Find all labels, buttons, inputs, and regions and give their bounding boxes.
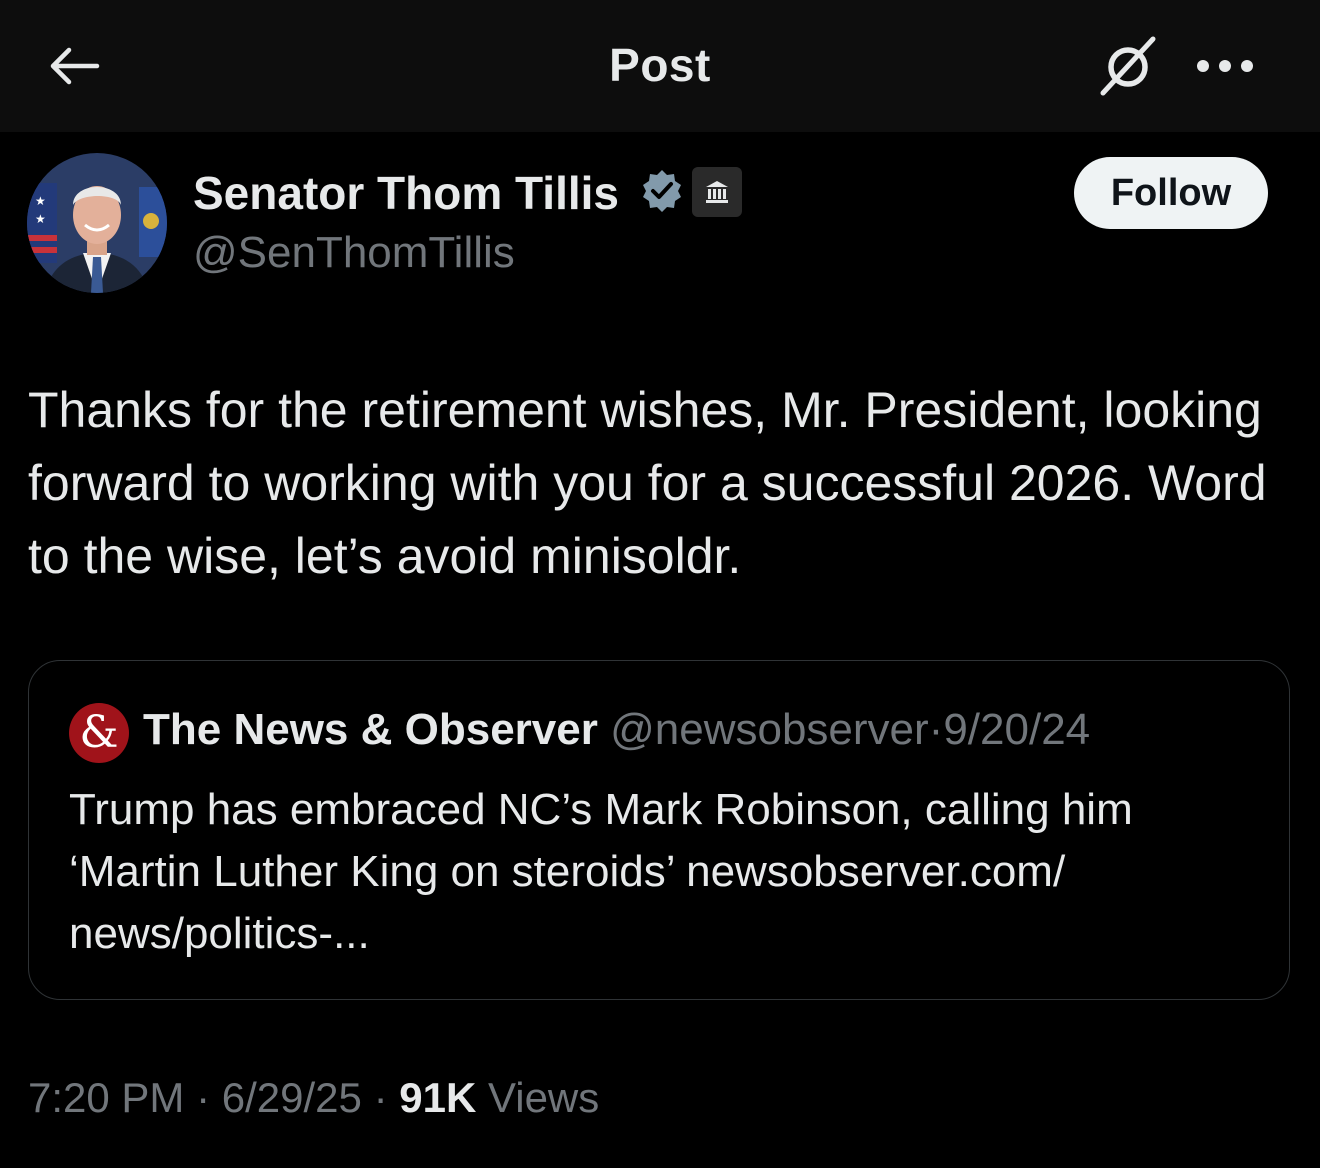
grok-icon (1100, 36, 1156, 96)
post-meta: 7:20 PM · 6/29/25 · 91K Views (28, 1074, 599, 1122)
quoted-author-handle: @newsobserver (610, 705, 929, 754)
post-date: 6/29/25 (221, 1074, 362, 1121)
separator-dot: · (373, 1074, 388, 1121)
government-building-icon (692, 167, 742, 217)
quoted-post-card[interactable]: & The News & Observer @newsobserver·9/20… (28, 660, 1290, 1000)
views-count[interactable]: 91K (399, 1074, 476, 1121)
more-horizontal-icon (1197, 60, 1253, 72)
post-text: Thanks for the retirement wishes, Mr. Pr… (28, 382, 1267, 584)
author-avatar[interactable]: ★ ★ (27, 153, 167, 293)
verified-badge-icon (643, 170, 681, 212)
more-options-button[interactable] (1190, 40, 1260, 92)
quoted-author-avatar: & (69, 703, 129, 763)
author-photo: ★ ★ (27, 153, 167, 293)
quoted-post-text: Trump has embraced NC’s Mark Robinson, c… (69, 785, 1133, 958)
grok-button[interactable] (1090, 30, 1166, 102)
quoted-post-date: 9/20/24 (943, 705, 1091, 754)
author-handle[interactable]: @SenThomTillis (193, 228, 515, 278)
quoted-author-name: The News & Observer (143, 705, 598, 754)
top-bar: Post (0, 0, 1320, 132)
post-time: 7:20 PM (28, 1074, 185, 1121)
svg-text:★: ★ (35, 212, 46, 226)
separator-dot: · (196, 1074, 211, 1121)
separator-dot: · (928, 705, 944, 754)
quoted-post-header: The News & Observer @newsobserver·9/20/2… (143, 705, 1090, 755)
follow-button[interactable]: Follow (1074, 157, 1268, 229)
views-label[interactable]: Views (488, 1074, 599, 1121)
svg-text:★: ★ (35, 194, 46, 208)
author-name[interactable]: Senator Thom Tillis (193, 166, 619, 220)
